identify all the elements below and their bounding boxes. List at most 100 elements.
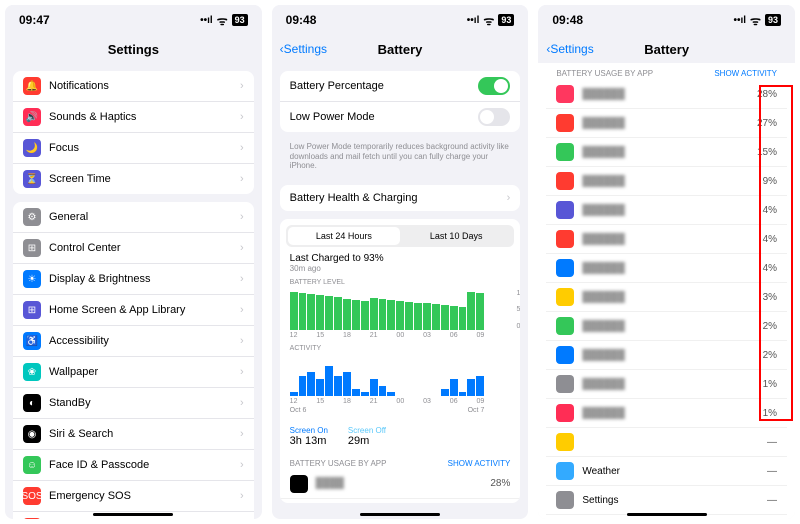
chevron-right-icon: › bbox=[240, 335, 244, 347]
activity-label: ACTIVITY bbox=[290, 345, 511, 352]
app-icon bbox=[556, 172, 574, 190]
app-icon bbox=[556, 201, 574, 219]
settings-row-siri-search[interactable]: ◉Siri & Search› bbox=[13, 419, 254, 450]
chevron-right-icon: › bbox=[240, 304, 244, 316]
app-usage-row[interactable]: ██████1% bbox=[546, 399, 787, 428]
battery-indicator: 93 bbox=[498, 14, 514, 26]
status-bar: 09:48 ••ıl ᯤ 93 bbox=[538, 5, 795, 35]
app-usage-row[interactable]: ██████1% bbox=[546, 370, 787, 399]
app-icon bbox=[556, 288, 574, 306]
row-icon: ⊞ bbox=[23, 301, 41, 319]
app-icon bbox=[556, 259, 574, 277]
chevron-right-icon: › bbox=[240, 366, 244, 378]
settings-row-standby[interactable]: ◐StandBy› bbox=[13, 388, 254, 419]
app-usage-row[interactable]: ██████27% bbox=[546, 109, 787, 138]
row-battery-health[interactable]: Battery Health & Charging › bbox=[280, 185, 521, 211]
settings-row-accessibility[interactable]: ♿Accessibility› bbox=[13, 326, 254, 357]
app-usage-row[interactable]: ████ 28% bbox=[280, 470, 521, 499]
chevron-right-icon: › bbox=[240, 273, 244, 285]
page-title: Battery bbox=[378, 42, 423, 57]
app-icon bbox=[556, 491, 574, 509]
wifi-icon: ᯤ bbox=[750, 12, 761, 29]
app-usage-row[interactable]: ██████2% bbox=[546, 312, 787, 341]
settings-row-sounds-haptics[interactable]: 🔊Sounds & Haptics› bbox=[13, 102, 254, 133]
usage-header: BATTERY USAGE BY APP bbox=[290, 459, 387, 468]
app-usage-row[interactable]: ██████28% bbox=[546, 80, 787, 109]
row-icon: ◉ bbox=[23, 425, 41, 443]
chevron-right-icon: › bbox=[240, 142, 244, 154]
battery-level-label: BATTERY LEVEL bbox=[290, 279, 511, 286]
battery-level-chart: 100%50%0% bbox=[290, 290, 511, 330]
nav-bar: Settings bbox=[5, 35, 262, 63]
chevron-right-icon: › bbox=[240, 397, 244, 409]
page-title: Settings bbox=[108, 42, 159, 57]
screen-on-value: 3h 13m bbox=[290, 435, 328, 447]
status-time: 09:47 bbox=[19, 13, 50, 27]
row-icon: ☣ bbox=[23, 518, 41, 519]
settings-row-notifications[interactable]: 🔔Notifications› bbox=[13, 71, 254, 102]
row-icon: 🔔 bbox=[23, 77, 41, 95]
app-usage-row[interactable]: ██████4% bbox=[546, 225, 787, 254]
nav-bar: ‹ Settings Battery bbox=[538, 35, 795, 63]
chevron-right-icon: › bbox=[240, 111, 244, 123]
chevron-right-icon: › bbox=[240, 80, 244, 92]
phone-settings: 09:47 ••ıl ᯤ 93 Settings 🔔Notifications›… bbox=[5, 5, 262, 519]
chevron-right-icon: › bbox=[240, 490, 244, 502]
row-battery-percentage[interactable]: Battery Percentage bbox=[280, 71, 521, 102]
toggle-low-power-mode[interactable] bbox=[478, 108, 510, 126]
seg-last-10d[interactable]: Last 10 Days bbox=[400, 227, 512, 245]
app-icon bbox=[556, 143, 574, 161]
screen-on-label: Screen On bbox=[290, 426, 328, 435]
app-icon bbox=[556, 404, 574, 422]
chevron-right-icon: › bbox=[240, 428, 244, 440]
wifi-icon: ᯤ bbox=[217, 12, 228, 29]
status-time: 09:48 bbox=[286, 13, 317, 27]
row-icon: ☀ bbox=[23, 270, 41, 288]
row-low-power-mode[interactable]: Low Power Mode bbox=[280, 102, 521, 132]
seg-last-24h[interactable]: Last 24 Hours bbox=[288, 227, 400, 245]
app-icon bbox=[556, 346, 574, 364]
settings-row-emergency-sos[interactable]: SOSEmergency SOS› bbox=[13, 481, 254, 512]
settings-row-screen-time[interactable]: ⏳Screen Time› bbox=[13, 164, 254, 194]
app-usage-row[interactable]: Weather— bbox=[546, 457, 787, 486]
settings-row-home-screen-app-library[interactable]: ⊞Home Screen & App Library› bbox=[13, 295, 254, 326]
app-icon bbox=[556, 462, 574, 480]
app-usage-row[interactable]: ██████4% bbox=[546, 254, 787, 283]
status-bar: 09:48 ••ıl ᯤ 93 bbox=[272, 5, 529, 35]
settings-row-general[interactable]: ⚙General› bbox=[13, 202, 254, 233]
settings-row-wallpaper[interactable]: ❀Wallpaper› bbox=[13, 357, 254, 388]
row-icon: SOS bbox=[23, 487, 41, 505]
app-icon bbox=[556, 230, 574, 248]
settings-row-control-center[interactable]: ⊞Control Center› bbox=[13, 233, 254, 264]
app-usage-row[interactable]: — bbox=[546, 428, 787, 457]
back-button[interactable]: ‹ Settings bbox=[546, 42, 593, 56]
settings-row-focus[interactable]: 🌙Focus› bbox=[13, 133, 254, 164]
toggle-battery-percentage[interactable] bbox=[478, 77, 510, 95]
show-activity-button[interactable]: SHOW ACTIVITY bbox=[448, 459, 511, 468]
app-usage-row[interactable]: ██████2% bbox=[546, 341, 787, 370]
app-usage-row[interactable]: ██████3% bbox=[546, 283, 787, 312]
home-indicator[interactable] bbox=[360, 513, 440, 516]
row-icon: 🔊 bbox=[23, 108, 41, 126]
show-activity-button[interactable]: SHOW ACTIVITY bbox=[714, 69, 777, 78]
signal-icon: ••ıl bbox=[467, 15, 480, 26]
app-icon bbox=[556, 433, 574, 451]
segment-control[interactable]: Last 24 Hours Last 10 Days bbox=[286, 225, 515, 247]
app-icon bbox=[556, 317, 574, 335]
row-icon: ☺ bbox=[23, 456, 41, 474]
page-title: Battery bbox=[644, 42, 689, 57]
home-indicator[interactable] bbox=[627, 513, 707, 516]
app-usage-row[interactable]: ██████4% bbox=[546, 196, 787, 225]
row-icon: ♿ bbox=[23, 332, 41, 350]
chevron-right-icon: › bbox=[240, 173, 244, 185]
home-indicator[interactable] bbox=[93, 513, 173, 516]
app-usage-row[interactable]: ██████15% bbox=[546, 138, 787, 167]
app-usage-row[interactable]: ██████9% bbox=[546, 167, 787, 196]
app-icon bbox=[556, 114, 574, 132]
app-usage-row[interactable]: Settings— bbox=[546, 486, 787, 515]
chevron-right-icon: › bbox=[240, 242, 244, 254]
settings-row-face-id-passcode[interactable]: ☺Face ID & Passcode› bbox=[13, 450, 254, 481]
back-button[interactable]: ‹ Settings bbox=[280, 42, 327, 56]
settings-row-display-brightness[interactable]: ☀Display & Brightness› bbox=[13, 264, 254, 295]
row-icon: ⚙ bbox=[23, 208, 41, 226]
